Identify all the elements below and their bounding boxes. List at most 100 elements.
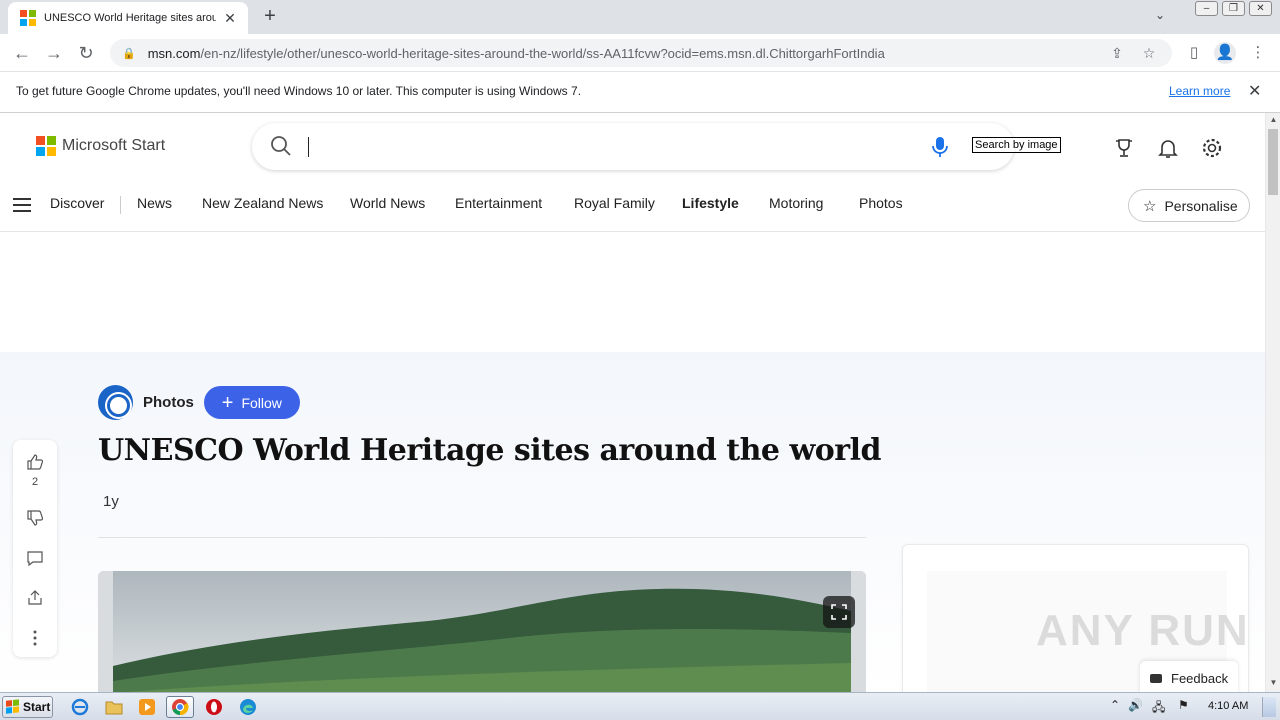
feedback-icon: [1150, 673, 1162, 683]
microsoft-logo-icon: [36, 136, 56, 156]
more-options-icon[interactable]: [25, 628, 45, 648]
article-divider: [98, 537, 866, 538]
personalise-button[interactable]: ☆ Personalise: [1128, 189, 1250, 222]
bookmark-star-icon[interactable]: ☆: [1138, 45, 1160, 62]
nav-royal-family[interactable]: Royal Family: [574, 195, 655, 211]
provider-row: Photos + Follow: [98, 385, 300, 420]
file-explorer-icon[interactable]: [100, 696, 128, 718]
mountain-landscape-image: [98, 571, 866, 692]
comment-icon[interactable]: [25, 548, 45, 568]
photos-provider-logo-icon[interactable]: [98, 385, 133, 420]
plus-icon: +: [221, 391, 234, 414]
scroll-down-arrow-icon[interactable]: ▼: [1266, 678, 1280, 687]
nav-discover[interactable]: Discover: [50, 195, 104, 211]
search-icon: [271, 136, 291, 156]
windows-flag-icon: [6, 699, 20, 714]
ad-space: [0, 232, 1265, 352]
side-panel-icon[interactable]: ▯: [1183, 42, 1205, 64]
address-bar[interactable]: 🔒 msn.com/en-nz/lifestyle/other/unesco-w…: [110, 39, 1172, 67]
url-path: /en-nz/lifestyle/other/unesco-world-heri…: [200, 45, 885, 61]
hamburger-menu-icon[interactable]: [13, 198, 31, 212]
nav-motoring[interactable]: Motoring: [769, 195, 823, 211]
opera-icon[interactable]: [200, 696, 228, 718]
category-nav: Discover News New Zealand News World New…: [0, 181, 1265, 232]
article-hero-image[interactable]: [98, 571, 866, 692]
back-button[interactable]: ←: [10, 42, 34, 64]
infobar-close-icon[interactable]: ✕: [1248, 81, 1261, 101]
engagement-rail: 2: [13, 440, 57, 657]
action-center-flag-icon[interactable]: ⚑: [1178, 698, 1189, 712]
infobar-message: To get future Google Chrome updates, you…: [16, 84, 582, 98]
nav-entertainment[interactable]: Entertainment: [455, 195, 542, 211]
tab-strip: UNESCO World Heritage sites around the w…: [0, 0, 1280, 34]
close-window-button[interactable]: ✕: [1249, 1, 1272, 16]
logo-text: Microsoft Start: [62, 137, 166, 154]
show-desktop-button[interactable]: [1262, 697, 1276, 717]
tab-title: UNESCO World Heritage sites around the w…: [44, 12, 216, 24]
new-tab-button[interactable]: +: [258, 5, 282, 29]
start-button[interactable]: Start: [2, 696, 53, 718]
like-count: 2: [31, 476, 39, 488]
forward-button[interactable]: →: [42, 42, 66, 64]
minimize-button[interactable]: –: [1195, 1, 1218, 16]
nav-news[interactable]: News: [137, 195, 172, 211]
learn-more-link[interactable]: Learn more: [1169, 84, 1230, 98]
url-host: msn.com: [147, 45, 201, 61]
chrome-menu-icon[interactable]: ⋮: [1247, 42, 1269, 64]
expand-fullscreen-button[interactable]: [823, 596, 855, 628]
media-player-icon[interactable]: [133, 696, 161, 718]
like-thumbs-up-icon[interactable]: [25, 452, 45, 472]
microphone-icon[interactable]: [930, 135, 950, 159]
rewards-trophy-icon[interactable]: [1112, 136, 1136, 160]
page-scrollbar[interactable]: ▲ ▼: [1265, 113, 1280, 692]
internet-explorer-icon[interactable]: [66, 696, 94, 718]
expand-icon: [831, 604, 847, 620]
anyrun-watermark: ANY RUN: [1036, 606, 1250, 655]
volume-icon[interactable]: 🔊: [1128, 698, 1143, 712]
update-infobar: To get future Google Chrome updates, you…: [0, 72, 1280, 113]
provider-name[interactable]: Photos: [143, 394, 194, 411]
url-text[interactable]: msn.com/en-nz/lifestyle/other/unesco-wor…: [148, 46, 1096, 61]
tab-search-chevron-icon[interactable]: ⌄: [1150, 8, 1170, 26]
taskbar-clock[interactable]: 4:10 AM: [1208, 700, 1248, 712]
chrome-taskbar-icon[interactable]: [166, 696, 194, 718]
notifications-bell-icon[interactable]: [1156, 136, 1180, 160]
browser-tab[interactable]: UNESCO World Heritage sites around the w…: [8, 2, 248, 34]
settings-gear-icon[interactable]: [1200, 136, 1224, 160]
browser-toolbar: ← → ↻ 🔒 msn.com/en-nz/lifestyle/other/un…: [0, 34, 1280, 72]
nav-photos[interactable]: Photos: [859, 195, 903, 211]
nav-lifestyle[interactable]: Lifestyle: [682, 195, 739, 211]
windows-taskbar: Start ⌃ 🔊 🖧 ⚑ 4:10 AM: [0, 692, 1280, 720]
msn-header: Microsoft Start Search by image: [0, 113, 1265, 181]
scroll-up-arrow-icon[interactable]: ▲: [1266, 115, 1280, 124]
window-controls: – ❐ ✕: [1195, 1, 1272, 16]
follow-label: Follow: [241, 394, 282, 411]
profile-avatar-icon[interactable]: 👤: [1214, 42, 1236, 64]
microsoft-start-logo[interactable]: Microsoft Start: [36, 136, 165, 156]
dislike-thumbs-down-icon[interactable]: [25, 508, 45, 528]
article-age: 1y: [103, 493, 119, 510]
msn-favicon-icon: [20, 10, 36, 26]
network-icon[interactable]: 🖧: [1152, 698, 1165, 719]
tab-close-icon[interactable]: ✕: [222, 10, 238, 27]
feedback-button[interactable]: Feedback: [1140, 661, 1238, 692]
personalise-star-icon: ☆: [1143, 197, 1157, 215]
scrollbar-thumb[interactable]: [1268, 129, 1278, 195]
follow-button[interactable]: + Follow: [203, 386, 300, 419]
search-caret: [308, 137, 309, 157]
reload-button[interactable]: ↻: [74, 42, 98, 64]
nav-new-zealand-news[interactable]: New Zealand News: [202, 195, 323, 211]
nav-world-news[interactable]: World News: [350, 195, 425, 211]
share-icon[interactable]: ⇪: [1106, 45, 1128, 62]
edge-icon[interactable]: [234, 696, 262, 718]
article-headline: UNESCO World Heritage sites around the w…: [98, 433, 881, 468]
restore-button[interactable]: ❐: [1222, 1, 1245, 16]
personalise-label: Personalise: [1164, 197, 1238, 214]
nav-separator: [120, 196, 121, 214]
tray-show-hidden-icon[interactable]: ⌃: [1110, 698, 1120, 712]
search-by-image-tooltip: Search by image: [972, 137, 1061, 153]
share-icon[interactable]: [25, 588, 45, 608]
search-box[interactable]: [252, 123, 1014, 170]
feedback-label: Feedback: [1171, 670, 1229, 686]
lock-icon: 🔒: [122, 47, 136, 60]
